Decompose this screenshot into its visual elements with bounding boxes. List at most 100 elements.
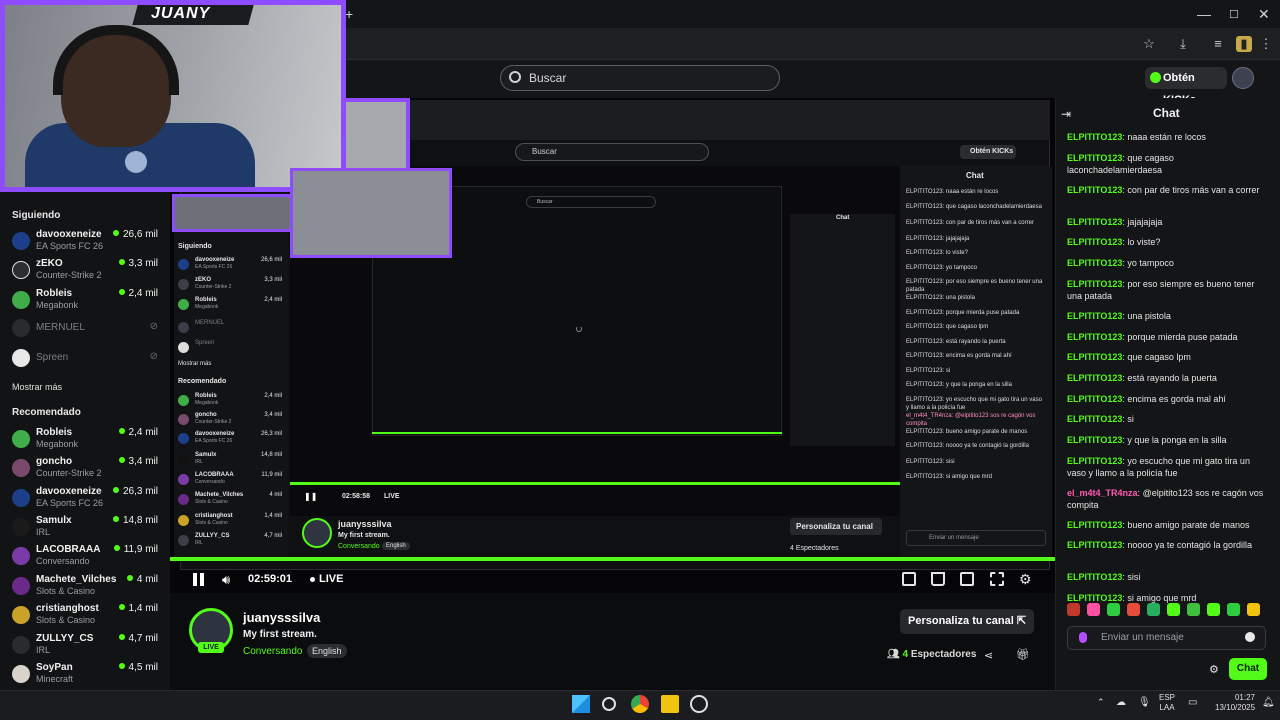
- collapse-chat-icon[interactable]: ⇥: [1061, 107, 1071, 121]
- emote-icon[interactable]: [1207, 603, 1220, 616]
- user-avatar[interactable]: [1232, 67, 1254, 89]
- channel-name: Spreen: [36, 352, 69, 363]
- search-icon[interactable]: [602, 697, 616, 711]
- emote-icon[interactable]: [1227, 603, 1240, 616]
- streamer-name[interactable]: juanysssilva: [243, 610, 320, 625]
- sidebar-item-spreen[interactable]: Spreen ⊘: [12, 346, 162, 372]
- emote-icon[interactable]: [1107, 603, 1120, 616]
- chat-text: naaa están re locos: [1127, 132, 1206, 142]
- channel-category: EA Sports FC 26: [36, 498, 104, 508]
- customize-channel-button[interactable]: Personaliza tu canal ⇱: [900, 609, 1034, 634]
- nested-chat-title: Chat: [966, 171, 984, 180]
- theater-mode-icon[interactable]: [931, 572, 945, 586]
- tray-chevron-icon[interactable]: ⌃: [1097, 697, 1105, 708]
- search-input[interactable]: Buscar: [500, 65, 780, 91]
- share-icon[interactable]: ⋖: [984, 649, 993, 662]
- emote-icon[interactable]: [1067, 603, 1080, 616]
- clip-icon[interactable]: [902, 572, 916, 586]
- chat-username[interactable]: ELPITITO123: [1067, 435, 1122, 445]
- chat-username[interactable]: ELPITITO123: [1067, 352, 1122, 362]
- fullscreen-icon[interactable]: [990, 572, 1004, 586]
- chat-username[interactable]: ELPITITO123: [1067, 132, 1122, 142]
- chat-username[interactable]: ELPITITO123: [1067, 456, 1122, 466]
- stream-time: 02:59:01: [248, 573, 293, 585]
- nested-customize-button: Personaliza tu canal: [790, 518, 882, 535]
- gift-icon[interactable]: 🎁︎: [1016, 648, 1030, 661]
- list-item[interactable]: Robleis Megabonk 2,4 mil: [12, 427, 162, 453]
- notifications-icon[interactable]: 🔔︎: [1262, 697, 1275, 708]
- volume-icon[interactable]: 🔊︎: [222, 572, 230, 588]
- chat-username[interactable]: ELPITITO123: [1067, 185, 1122, 195]
- cloud-icon[interactable]: ☁: [1116, 697, 1126, 708]
- emote-icon[interactable]: [1087, 603, 1100, 616]
- network-icon[interactable]: ▭: [1188, 697, 1197, 708]
- chat-username[interactable]: ELPITITO123: [1067, 153, 1122, 163]
- list-item[interactable]: goncho Counter-Strike 2 3,4 mil: [12, 456, 162, 482]
- chat-settings-icon[interactable]: ⚙: [1209, 663, 1219, 676]
- avatar: [12, 261, 30, 279]
- emote-icon[interactable]: [1147, 603, 1160, 616]
- pause-button[interactable]: [193, 573, 205, 586]
- list-item[interactable]: Samulx IRL 14,8 mil: [12, 515, 162, 541]
- list-item[interactable]: cristianghost Slots & Casino 1,4 mil: [12, 603, 162, 629]
- sidebar-item-mernuel[interactable]: MERNUEL ⊘: [12, 316, 162, 342]
- sidebar-item-zeko[interactable]: zEKO Counter-Strike 2 3,3 mil: [12, 258, 162, 284]
- clock[interactable]: 01:27 13/10/2025: [1215, 693, 1255, 713]
- sidebar-item-davooxeneize[interactable]: davooxeneize EA Sports FC 26 26,6 mil: [12, 229, 162, 255]
- chrome-icon[interactable]: [631, 695, 649, 713]
- chat-username[interactable]: ELPITITO123: [1067, 394, 1122, 404]
- minimize-button[interactable]: —: [1197, 6, 1211, 22]
- chat-username[interactable]: ELPITITO123: [1067, 373, 1122, 383]
- chat-username[interactable]: ELPITITO123: [1067, 237, 1122, 247]
- chat-username[interactable]: ELPITITO123: [1067, 311, 1122, 321]
- bookmark-star-icon[interactable]: ☆: [1141, 36, 1157, 52]
- chat-username[interactable]: ELPITITO123: [1067, 593, 1122, 603]
- emote-icon[interactable]: [1247, 603, 1260, 616]
- browser-menu-icon[interactable]: ⋮: [1258, 36, 1274, 52]
- viewer-count: 👥︎ 4 Espectadores: [887, 649, 977, 660]
- chat-username[interactable]: ELPITITO123: [1067, 572, 1122, 582]
- list-item[interactable]: SoyPan Minecraft 4,5 mil: [12, 662, 162, 688]
- chat-username[interactable]: el_m4t4_TR4nza: [1067, 488, 1138, 498]
- emote-icon[interactable]: [1187, 603, 1200, 616]
- show-more-link[interactable]: Mostrar más: [12, 382, 62, 392]
- overlay-streamer-tag: JUANY: [151, 5, 211, 22]
- list-item[interactable]: LACOBRAAA Conversando 11,9 mil: [12, 544, 162, 570]
- chat-username[interactable]: ELPITITO123: [1067, 520, 1122, 530]
- close-window-button[interactable]: ✕: [1258, 6, 1270, 23]
- chat-username[interactable]: ELPITITO123: [1067, 279, 1122, 289]
- chat-username[interactable]: ELPITITO123: [1067, 258, 1122, 268]
- new-tab-button[interactable]: +: [345, 6, 353, 22]
- windows-start-icon[interactable]: [572, 695, 590, 713]
- maximize-button[interactable]: ☐: [1229, 8, 1239, 21]
- list-item[interactable]: ZULLYY_CS IRL 4,7 mil: [12, 633, 162, 659]
- microphone-icon[interactable]: [1079, 632, 1087, 643]
- progress-bar[interactable]: [170, 557, 1055, 561]
- input-language[interactable]: ESP LAA: [1159, 693, 1175, 713]
- chat-username[interactable]: ELPITITO123: [1067, 217, 1122, 227]
- stream-category[interactable]: Conversando: [243, 646, 302, 657]
- emoji-icon[interactable]: [1245, 632, 1255, 642]
- download-icon[interactable]: ⤓: [1175, 36, 1191, 52]
- steam-icon[interactable]: [690, 695, 708, 713]
- extension-icon[interactable]: ▮: [1236, 36, 1252, 52]
- file-explorer-icon[interactable]: [661, 695, 679, 713]
- chat-send-button[interactable]: Chat: [1229, 658, 1267, 680]
- chat-username[interactable]: ELPITITO123: [1067, 332, 1122, 342]
- chat-username[interactable]: ELPITITO123: [1067, 540, 1122, 550]
- language-tag[interactable]: English: [307, 644, 347, 658]
- channel-category: Conversando: [36, 556, 90, 566]
- emote-icon[interactable]: [1167, 603, 1180, 616]
- picture-in-picture-icon[interactable]: [960, 572, 974, 586]
- sidebar-item-robleis[interactable]: Robleis Megabonk 2,4 mil: [12, 288, 162, 314]
- list-item[interactable]: Machete_Vilches Slots & Casino 4 mil: [12, 574, 162, 600]
- reading-list-icon[interactable]: ≡: [1210, 36, 1226, 52]
- list-item[interactable]: davooxeneize EA Sports FC 26 26,3 mil: [12, 486, 162, 512]
- nested-chat-message: ELPITITO123: naaa están re locos: [906, 189, 999, 195]
- chat-username[interactable]: ELPITITO123: [1067, 414, 1122, 424]
- chat-input[interactable]: Enviar un mensaje: [1067, 626, 1266, 650]
- nested-chat-message: ELPITITO123: encima es gorda mal ahí: [906, 353, 1012, 359]
- settings-gear-icon[interactable]: ⚙: [1019, 571, 1032, 588]
- emote-icon[interactable]: [1127, 603, 1140, 616]
- mic-tray-icon[interactable]: 🎙︎: [1138, 697, 1151, 708]
